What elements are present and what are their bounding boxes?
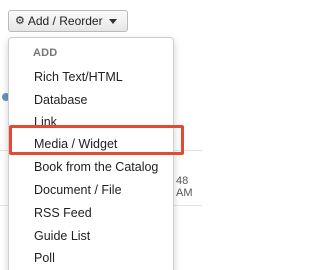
menu-item-guide-list[interactable]: Guide List [34,229,90,243]
background-timestamp: 48 AM [176,175,193,199]
add-reorder-button[interactable]: ⚙ Add / Reorder [8,10,128,32]
menu-item-poll[interactable]: Poll [34,251,55,265]
chevron-down-icon [108,18,117,24]
menu-item-rss-feed[interactable]: RSS Feed [34,206,92,220]
add-dropdown-menu: ADD Rich Text/HTML Database Link Media /… [8,37,174,270]
menu-item-rich-text-html[interactable]: Rich Text/HTML [34,70,123,84]
menu-item-media-widget[interactable]: Media / Widget [34,137,117,151]
menu-item-database[interactable]: Database [34,93,88,107]
menu-item-document-file[interactable]: Document / File [34,183,122,197]
add-reorder-label: Add / Reorder [27,14,103,28]
gear-icon: ⚙ [15,14,25,27]
menu-item-book-from-catalog[interactable]: Book from the Catalog [34,160,158,174]
menu-section-header: ADD [33,47,58,59]
menu-item-link[interactable]: Link [34,115,57,129]
screenshot-canvas: 48 AM ⚙ Add / Reorder ADD Rich Text/HTML… [0,0,202,270]
